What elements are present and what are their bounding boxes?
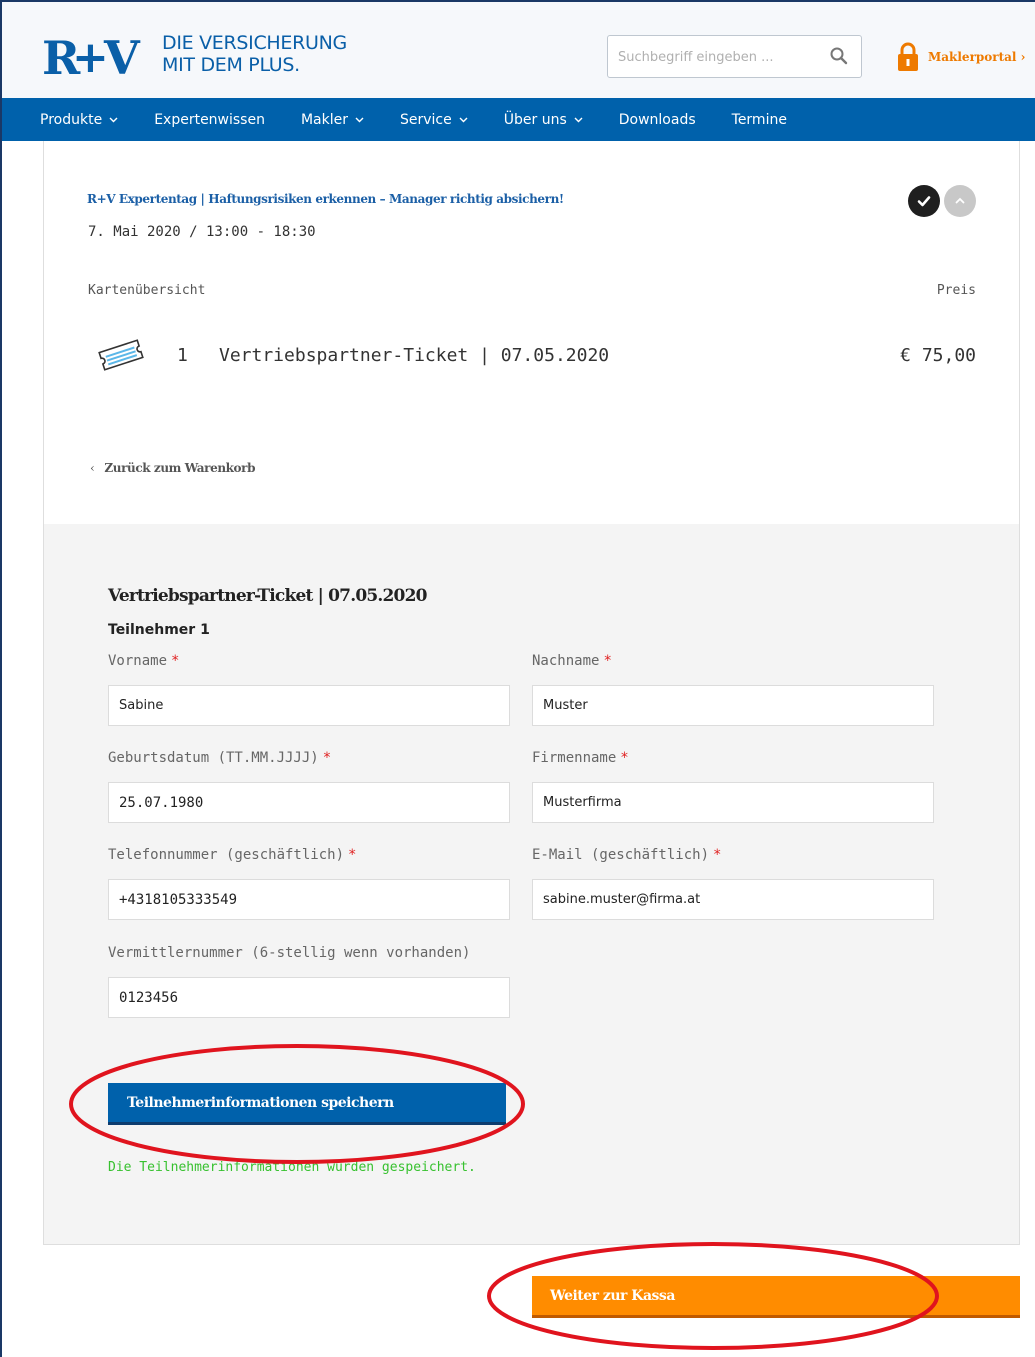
vorname-input[interactable] bbox=[108, 685, 510, 726]
chevron-left-icon: ‹ bbox=[90, 461, 95, 475]
nav-item-label: Produkte bbox=[40, 111, 103, 128]
tagline-line2: MIT DEM PLUS. bbox=[162, 54, 300, 76]
nav-item-3[interactable]: Service bbox=[400, 112, 468, 128]
ticket-quantity: 1 bbox=[177, 345, 188, 366]
vermittler-label: Vermittlernummer (6-stellig wenn vorhand… bbox=[108, 945, 471, 961]
nav-item-label: Expertenwissen bbox=[154, 111, 265, 128]
nav-item-0[interactable]: Produkte bbox=[40, 112, 118, 128]
tagline: DIE VERSICHERUNG MIT DEM PLUS. bbox=[162, 32, 347, 76]
main-nav: Produkte Expertenwissen Makler Service Über … bbox=[2, 98, 1035, 141]
search-input[interactable] bbox=[618, 46, 818, 68]
participant-heading: Teilnehmer 1 bbox=[108, 622, 210, 638]
price-label: Preis bbox=[936, 283, 976, 298]
chevron-down-icon bbox=[574, 117, 583, 122]
firmenname-label: Firmenname * bbox=[532, 750, 629, 766]
chevron-up-icon bbox=[955, 197, 965, 204]
event-date: 7. Mai 2020 / 13:00 - 18:30 bbox=[88, 224, 316, 240]
nav-item-label: Downloads bbox=[618, 111, 696, 128]
geburtsdatum-label: Geburtsdatum (TT.MM.JJJJ) * bbox=[108, 750, 332, 766]
check-icon bbox=[917, 196, 931, 207]
ticket-icon bbox=[98, 339, 144, 371]
nav-item-label: Makler bbox=[300, 111, 348, 128]
ticket-price: € 75,00 bbox=[900, 345, 976, 366]
back-to-cart-link[interactable]: ‹ Zurück zum Warenkorb bbox=[90, 461, 255, 475]
vermittler-input[interactable] bbox=[108, 977, 510, 1018]
nav-item-label: Termine bbox=[731, 111, 787, 128]
telefon-input[interactable] bbox=[108, 879, 510, 920]
nav-item-label: Über uns bbox=[503, 111, 567, 128]
firmenname-input[interactable] bbox=[532, 782, 934, 823]
nachname-label: Nachname * bbox=[532, 653, 612, 669]
step-next-indicator[interactable] bbox=[944, 185, 976, 217]
event-title: R+V Expertentag | Haftungsrisiken erkenn… bbox=[87, 192, 564, 206]
nav-item-2[interactable]: Makler bbox=[301, 112, 364, 128]
site-header: R + V DIE VERSICHERUNG MIT DEM PLUS. Mak… bbox=[2, 2, 1035, 98]
chevron-down-icon bbox=[355, 117, 364, 122]
rv-logo[interactable]: R + V bbox=[42, 34, 152, 76]
nav-item-5[interactable]: Downloads bbox=[619, 112, 696, 128]
nav-item-1[interactable]: Expertenwissen bbox=[154, 112, 265, 128]
back-to-cart-label: Zurück zum Warenkorb bbox=[104, 461, 256, 475]
telefon-label: Telefonnummer (geschäftlich) * bbox=[108, 847, 357, 863]
geburtsdatum-input[interactable] bbox=[108, 782, 510, 823]
form-title: Vertriebspartner-Ticket | 07.05.2020 bbox=[108, 586, 427, 606]
lock-icon[interactable] bbox=[897, 42, 919, 72]
search-icon[interactable] bbox=[829, 46, 849, 66]
nav-item-6[interactable]: Termine bbox=[732, 112, 787, 128]
chevron-down-icon bbox=[459, 117, 468, 122]
ticket-name: Vertriebspartner-Ticket | 07.05.2020 bbox=[219, 345, 610, 366]
maklerportal-link[interactable]: Maklerportal › bbox=[928, 50, 1025, 64]
nav-item-label: Service bbox=[400, 111, 452, 128]
search-box bbox=[607, 35, 862, 78]
step-completed-indicator bbox=[908, 185, 940, 217]
chevron-down-icon bbox=[109, 117, 118, 122]
tagline-line1: DIE VERSICHERUNG bbox=[162, 32, 347, 54]
checkout-button[interactable]: Weiter zur Kassa bbox=[532, 1276, 1020, 1318]
saved-message: Die Teilnehmerinformationen wurden gespe… bbox=[108, 1160, 476, 1175]
email-input[interactable] bbox=[532, 879, 934, 920]
email-label: E-Mail (geschäftlich) * bbox=[532, 847, 722, 863]
save-participant-button[interactable]: Teilnehmerinformationen speichern bbox=[108, 1083, 506, 1125]
vorname-label: Vorname * bbox=[108, 653, 180, 669]
overview-label: Kartenübersicht bbox=[88, 283, 206, 298]
nachname-input[interactable] bbox=[532, 685, 934, 726]
svg-text:V: V bbox=[103, 34, 141, 76]
nav-item-4[interactable]: Über uns bbox=[504, 112, 583, 128]
